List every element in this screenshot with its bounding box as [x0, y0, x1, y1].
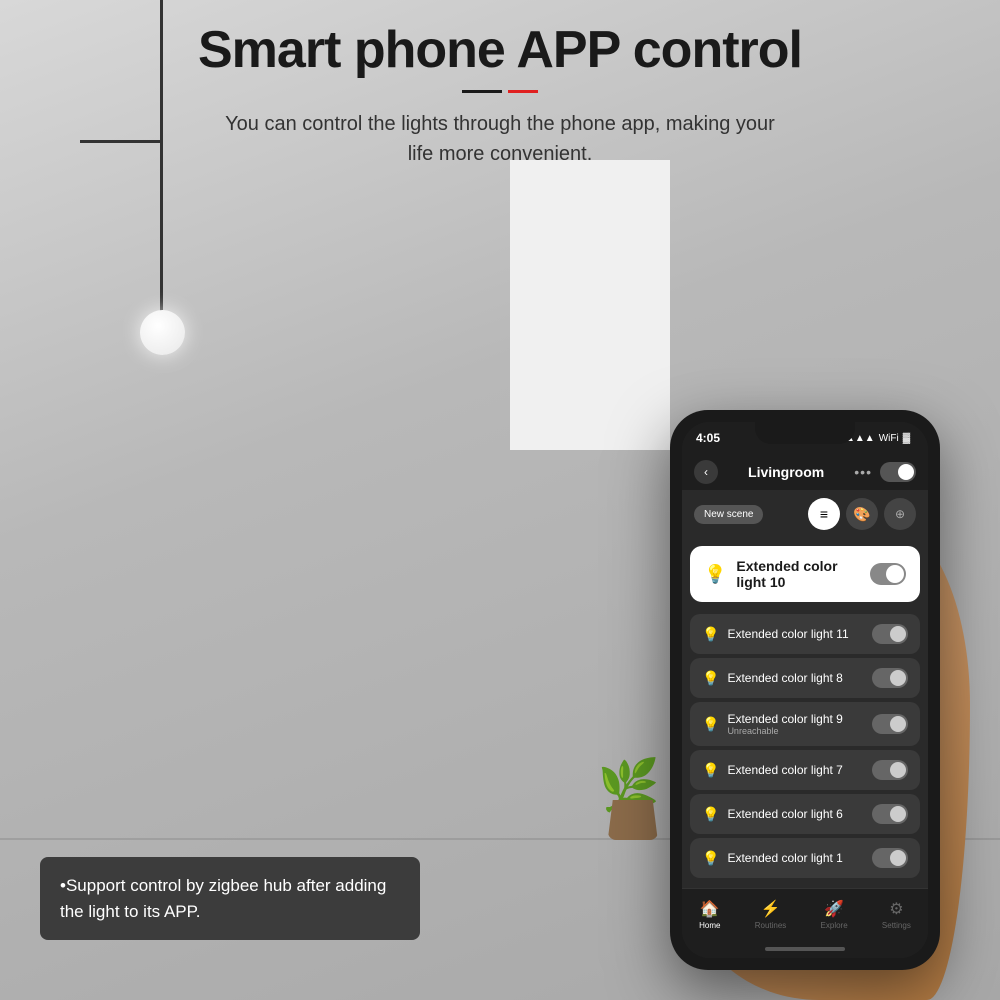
device-left: 💡 Extended color light 11: [702, 626, 849, 643]
device-toggle[interactable]: [872, 714, 908, 734]
device-left: 💡 Extended color light 8: [702, 670, 843, 687]
new-scene-button[interactable]: New scene: [694, 505, 763, 524]
device-left: 💡 Extended color light 9 Unreachable: [702, 712, 843, 736]
more-options[interactable]: •••: [854, 464, 872, 480]
device-name: Extended color light 8: [727, 671, 842, 685]
palette-button[interactable]: 🎨: [846, 498, 878, 530]
device-info: Extended color light 6: [727, 807, 842, 821]
device-name: Extended color light 9: [727, 712, 842, 726]
back-icon: ‹: [704, 465, 708, 479]
toolbar-icons: ≡ 🎨 ⊕: [808, 498, 916, 530]
status-time: 4:05: [696, 431, 720, 445]
info-box: •Support control by zigbee hub after add…: [40, 857, 420, 940]
palette-icon: 🎨: [853, 506, 870, 523]
device-toggle[interactable]: [872, 848, 908, 868]
nav-label: Home: [699, 921, 720, 930]
subtitle-line1: You can control the lights through the p…: [225, 113, 775, 135]
featured-device-name: Extended color light 10: [736, 558, 870, 590]
nav-item-routines[interactable]: ⚡ Routines: [755, 899, 787, 930]
plant-pot: [608, 800, 658, 840]
list-item[interactable]: 💡 Extended color light 9 Unreachable: [690, 702, 920, 746]
device-list: 💡 Extended color light 11 💡 Extended col…: [682, 610, 928, 888]
info-text: •Support control by zigbee hub after add…: [60, 876, 386, 921]
color-icon: ⊕: [895, 507, 905, 521]
app-header: ‹ Livingroom •••: [682, 454, 928, 490]
device-info: Extended color light 1: [727, 851, 842, 865]
black-underline: [462, 90, 502, 93]
back-button[interactable]: ‹: [694, 460, 718, 484]
featured-bulb-icon: 💡: [704, 564, 726, 585]
list-item[interactable]: 💡 Extended color light 8: [690, 658, 920, 698]
list-item[interactable]: 💡 Extended color light 7: [690, 750, 920, 790]
device-toggle[interactable]: [872, 804, 908, 824]
home-indicator: [682, 940, 928, 958]
nav-item-explore[interactable]: 🚀 Explore: [821, 899, 848, 930]
wall-panel: [510, 160, 670, 450]
featured-device[interactable]: 💡 Extended color light 10: [690, 546, 920, 602]
home-bar: [765, 947, 845, 951]
title-underline: [0, 90, 1000, 93]
device-bulb-icon: 💡: [702, 626, 719, 643]
subtitle: You can control the lights through the p…: [0, 109, 1000, 169]
list-view-button[interactable]: ≡: [808, 498, 840, 530]
device-bulb-icon: 💡: [702, 850, 719, 867]
device-name: Extended color light 7: [727, 763, 842, 777]
device-bulb-icon: 💡: [702, 670, 719, 687]
phone-body: 4:05 ▲▲▲ WiFi ▓ ‹ Livingroom •••: [670, 410, 940, 970]
nav-icon: ⚙: [889, 899, 903, 919]
phone-mockup: 4:05 ▲▲▲ WiFi ▓ ‹ Livingroom •••: [670, 410, 940, 970]
list-icon: ≡: [820, 506, 828, 522]
list-item[interactable]: 💡 Extended color light 11: [690, 614, 920, 654]
device-bulb-icon: 💡: [702, 806, 719, 823]
wifi-icon: WiFi: [879, 433, 899, 444]
lamp-bulb: [140, 310, 185, 355]
subtitle-line2: life more convenient.: [408, 143, 593, 165]
nav-label: Settings: [882, 921, 911, 930]
color-button[interactable]: ⊕: [884, 498, 916, 530]
header-actions: •••: [854, 462, 916, 482]
list-item[interactable]: 💡 Extended color light 6: [690, 794, 920, 834]
plant-decoration: 🌿: [608, 760, 660, 840]
nav-label: Routines: [755, 921, 787, 930]
device-left: 💡 Extended color light 1: [702, 850, 843, 867]
nav-icon: 🏠: [700, 899, 720, 919]
nav-icon: 🚀: [824, 899, 844, 919]
nav-icon: ⚡: [761, 899, 781, 919]
device-info: Extended color light 9 Unreachable: [727, 712, 842, 736]
phone-screen: 4:05 ▲▲▲ WiFi ▓ ‹ Livingroom •••: [682, 422, 928, 958]
featured-left: 💡 Extended color light 10: [704, 558, 870, 590]
battery-icon: ▓: [903, 433, 910, 444]
nav-item-settings[interactable]: ⚙ Settings: [882, 899, 911, 930]
list-item[interactable]: 💡 Extended color light 1: [690, 838, 920, 878]
device-name: Extended color light 6: [727, 807, 842, 821]
device-bulb-icon: 💡: [702, 716, 719, 733]
device-toggle[interactable]: [872, 760, 908, 780]
device-bulb-icon: 💡: [702, 762, 719, 779]
red-underline: [508, 90, 538, 93]
device-toggle[interactable]: [872, 624, 908, 644]
hero-section: Smart phone APP control You can control …: [0, 20, 1000, 169]
phone-notch: [755, 422, 855, 444]
featured-toggle[interactable]: [870, 563, 906, 585]
toolbar: New scene ≡ 🎨 ⊕: [682, 490, 928, 538]
device-info: Extended color light 11: [727, 627, 848, 641]
page-title: Smart phone APP control: [0, 20, 1000, 80]
bottom-nav: 🏠 Home ⚡ Routines 🚀 Explore ⚙ Settings: [682, 888, 928, 940]
status-icons: ▲▲▲ WiFi ▓: [845, 433, 910, 444]
room-toggle[interactable]: [880, 462, 916, 482]
room-title: Livingroom: [748, 464, 824, 480]
device-left: 💡 Extended color light 6: [702, 806, 843, 823]
device-info: Extended color light 8: [727, 671, 842, 685]
device-toggle[interactable]: [872, 668, 908, 688]
device-name: Extended color light 11: [727, 627, 848, 641]
nav-label: Explore: [821, 921, 848, 930]
device-info: Extended color light 7: [727, 763, 842, 777]
device-status: Unreachable: [727, 726, 842, 736]
nav-item-home[interactable]: 🏠 Home: [699, 899, 720, 930]
device-left: 💡 Extended color light 7: [702, 762, 843, 779]
device-name: Extended color light 1: [727, 851, 842, 865]
